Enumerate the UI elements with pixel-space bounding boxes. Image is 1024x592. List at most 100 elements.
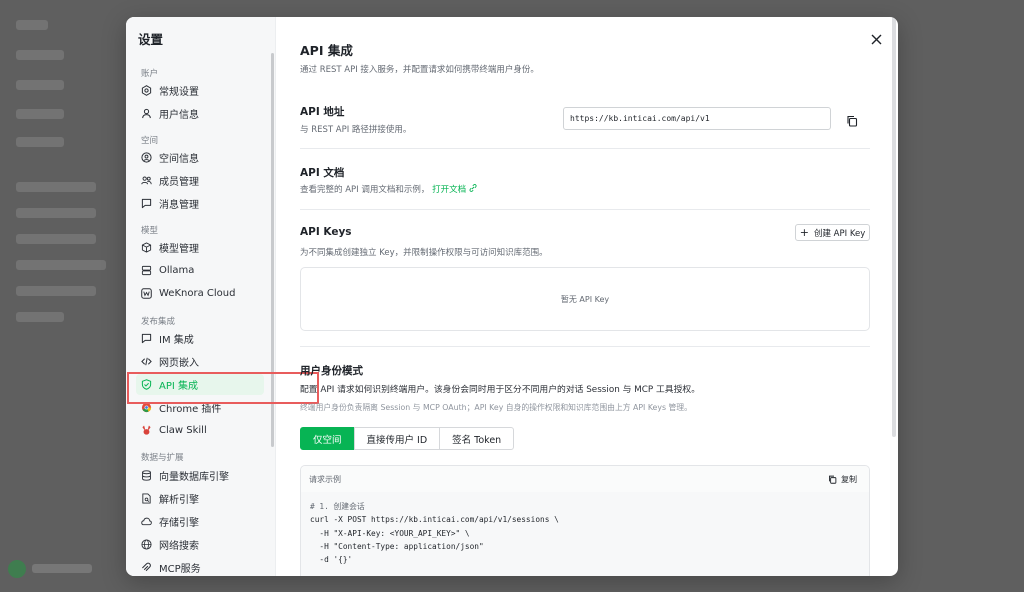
content-scrollbar[interactable] xyxy=(892,17,896,437)
sidebar-item-label: IM 集成 xyxy=(159,335,194,346)
code-line: # 1. 创建会话 xyxy=(310,502,365,511)
sidebar-item-api-integration[interactable]: API 集成 xyxy=(136,374,264,395)
cube-icon xyxy=(141,242,152,253)
sidebar-scrollbar[interactable] xyxy=(271,53,274,447)
bg-placeholder xyxy=(16,80,64,90)
mcp-icon xyxy=(141,562,152,573)
sidebar-item-members[interactable]: 成员管理 xyxy=(136,170,264,191)
tab-direct-user-id[interactable]: 直接传用户 ID xyxy=(353,427,441,450)
copy-url-button[interactable] xyxy=(846,112,858,127)
bg-placeholder xyxy=(16,137,64,147)
create-api-key-button[interactable]: + 创建 API Key xyxy=(795,224,870,241)
sidebar-item-claw-skill[interactable]: Claw Skill xyxy=(136,420,264,441)
code-icon xyxy=(141,356,152,367)
sidebar-item-im-integration[interactable]: IM 集成 xyxy=(136,328,264,349)
divider xyxy=(300,209,870,210)
sidebar-item-label: Claw Skill xyxy=(159,425,207,436)
empty-text: 暂无 API Key xyxy=(560,294,610,304)
divider xyxy=(300,346,870,347)
tab-space-only[interactable]: 仅空间 xyxy=(300,427,355,450)
shield-check-icon xyxy=(141,379,152,390)
bg-placeholder xyxy=(16,286,96,296)
user-icon xyxy=(141,108,152,119)
sidebar-item-user-info[interactable]: 用户信息 xyxy=(136,103,264,124)
file-parse-icon xyxy=(141,493,152,504)
plus-icon: + xyxy=(799,226,809,239)
cloud-icon xyxy=(141,516,152,527)
copy-icon xyxy=(829,475,837,484)
sidebar-item-label: 解析引擎 xyxy=(159,495,199,506)
server-icon xyxy=(141,265,152,276)
sidebar-item-vector-db[interactable]: 向量数据库引擎 xyxy=(136,465,264,486)
bg-placeholder xyxy=(16,20,48,30)
sidebar-item-ollama[interactable]: Ollama xyxy=(136,260,264,281)
sidebar-item-mcp-service[interactable]: MCP服务 xyxy=(136,557,264,576)
section-label-model: 模型 xyxy=(141,226,159,236)
globe-icon xyxy=(141,539,152,550)
request-example-header: 请求示例 复制 xyxy=(301,466,869,492)
sidebar-item-label: 空间信息 xyxy=(159,154,199,165)
api-address-title: API 地址 xyxy=(300,106,345,118)
copy-label: 复制 xyxy=(841,474,857,484)
bg-placeholder xyxy=(16,234,96,244)
sidebar-item-label: 向量数据库引擎 xyxy=(159,472,229,483)
bg-placeholder xyxy=(16,182,96,192)
api-keys-desc: 为不同集成创建独立 Key，并限制操作权限与可访问知识库范围。 xyxy=(300,248,548,258)
sidebar-item-label: 用户信息 xyxy=(159,110,199,121)
api-docs-title: API 文档 xyxy=(300,167,345,179)
sidebar-item-label: 存储引擎 xyxy=(159,518,199,529)
sidebar-item-label: Chrome 插件 xyxy=(159,404,222,415)
message-icon xyxy=(141,198,152,209)
bg-placeholder xyxy=(16,208,96,218)
bg-placeholder xyxy=(32,564,92,573)
bg-placeholder xyxy=(16,109,64,119)
sidebar-item-label: MCP服务 xyxy=(159,564,201,575)
code-line: -H "Content-Type: application/json" xyxy=(310,541,484,551)
section-label-data: 数据与扩展 xyxy=(141,453,184,463)
sidebar-item-space-info[interactable]: 空间信息 xyxy=(136,147,264,168)
sidebar-item-parse-engine[interactable]: 解析引擎 xyxy=(136,488,264,509)
api-url-field[interactable]: https://kb.inticai.com/api/v1 xyxy=(563,107,831,130)
request-example-card: 请求示例 复制 # 1. 创建会话 curl -X POST https://kb… xyxy=(300,465,870,576)
users-icon xyxy=(141,175,152,186)
sidebar-item-label: 成员管理 xyxy=(159,177,199,188)
identity-desc: 配置 API 请求如何识别终端用户。该身份会同时用于区分不同用户的对话 Sess… xyxy=(300,385,700,395)
create-api-key-label: 创建 API Key xyxy=(813,228,866,239)
api-docs-desc: 查看完整的 API 调用文档和示例， 打开文档 xyxy=(300,183,477,195)
sidebar-item-label: 网络搜索 xyxy=(159,541,199,552)
bg-placeholder xyxy=(16,260,106,270)
sidebar-item-messages[interactable]: 消息管理 xyxy=(136,193,264,214)
sidebar-item-general[interactable]: 常规设置 xyxy=(136,80,264,101)
user-circle-icon xyxy=(141,152,152,163)
open-docs-label: 打开文档 xyxy=(432,185,467,195)
claw-icon xyxy=(141,425,152,436)
sidebar-item-chrome-plugin[interactable]: Chrome 插件 xyxy=(136,397,264,418)
identity-mode-tabs: 仅空间 直接传用户 ID 签名 Token xyxy=(300,427,515,450)
settings-sidebar: 设置 账户 常规设置 用户信息 空间 空间信息 成员管理 消息管理 模型 模型管… xyxy=(126,17,276,576)
sidebar-item-label: 模型管理 xyxy=(159,244,199,255)
code-line: -d '{}' xyxy=(310,555,353,565)
open-docs-link[interactable]: 打开文档 xyxy=(432,184,477,195)
sidebar-item-label: Ollama xyxy=(159,265,195,276)
api-settings-panel: API 集成 通过 REST API 接入服务，并配置请求如何携带终端用户身份。… xyxy=(276,17,898,576)
sidebar-item-label: API 集成 xyxy=(159,381,198,392)
bg-placeholder xyxy=(16,312,64,322)
identity-title: 用户身份模式 xyxy=(300,365,363,377)
sidebar-item-label: WeKnora Cloud xyxy=(159,288,236,299)
close-button[interactable] xyxy=(868,31,884,47)
sidebar-item-weknora-cloud[interactable]: WeKnora Cloud xyxy=(136,283,264,304)
request-example-title: 请求示例 xyxy=(309,474,341,484)
page-subtitle: 通过 REST API 接入服务，并配置请求如何携带终端用户身份。 xyxy=(300,65,539,75)
copy-example-button[interactable]: 复制 xyxy=(828,474,857,485)
database-icon xyxy=(141,470,152,481)
bg-placeholder xyxy=(16,50,64,60)
sidebar-item-web-search[interactable]: 网络搜索 xyxy=(136,534,264,555)
sidebar-item-web-embed[interactable]: 网页嵌入 xyxy=(136,351,264,372)
sidebar-item-storage-engine[interactable]: 存储引擎 xyxy=(136,511,264,532)
tab-signed-token[interactable]: 签名 Token xyxy=(439,427,515,450)
sidebar-item-model-management[interactable]: 模型管理 xyxy=(136,237,264,258)
sidebar-title: 设置 xyxy=(138,32,164,47)
close-icon xyxy=(871,30,882,49)
section-label-account: 账户 xyxy=(141,69,159,79)
settings-dialog: 设置 账户 常规设置 用户信息 空间 空间信息 成员管理 消息管理 模型 模型管… xyxy=(126,17,898,576)
